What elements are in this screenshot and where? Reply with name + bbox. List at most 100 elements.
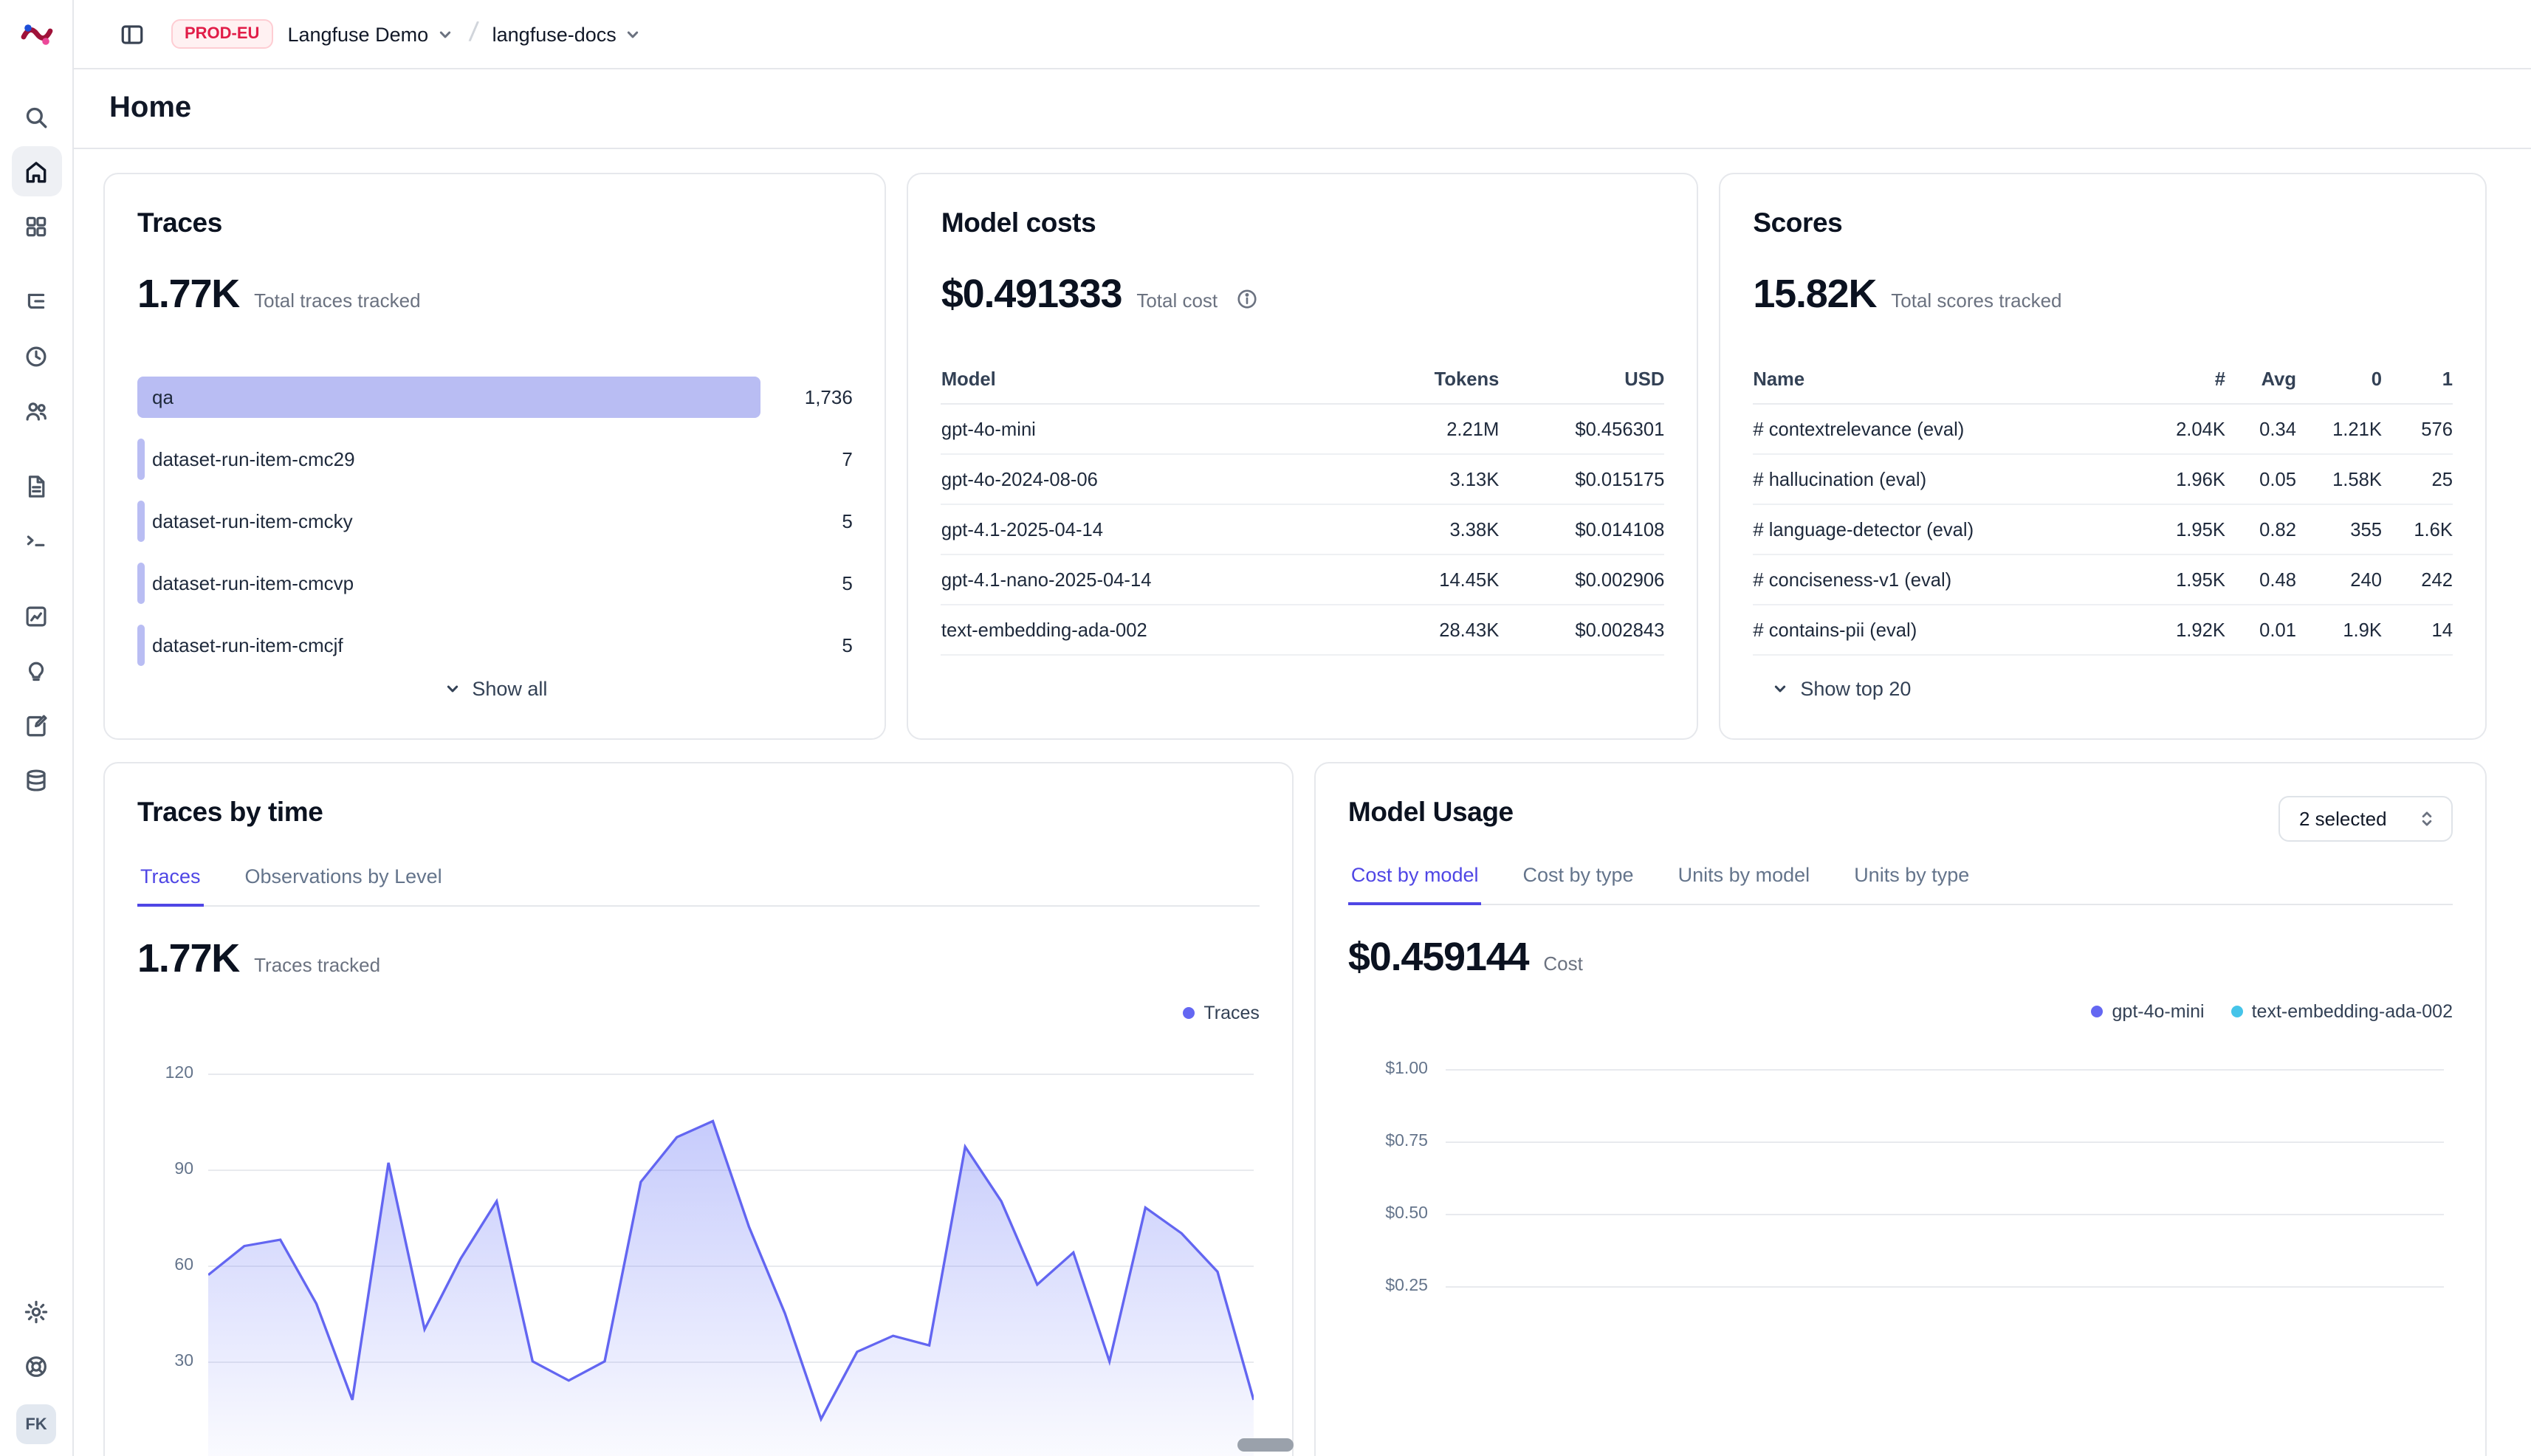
playground-terminal-icon[interactable] bbox=[11, 515, 61, 566]
table-header-row: Name # Avg 0 1 bbox=[1753, 356, 2453, 404]
table-row[interactable]: gpt-4o-2024-08-063.13K$0.015175 bbox=[941, 454, 1665, 504]
model-costs-table: Model Tokens USD gpt-4o-mini2.21M$0.4563… bbox=[941, 356, 1665, 656]
chevron-down-icon bbox=[436, 24, 455, 44]
table-row[interactable]: gpt-4.1-nano-2025-04-1414.45K$0.002906 bbox=[941, 554, 1665, 605]
table-row[interactable]: # contextrelevance (eval)2.04K0.341.21K5… bbox=[1753, 404, 2453, 454]
org-switcher[interactable]: Langfuse Demo bbox=[287, 23, 455, 45]
tab-cost-by-type[interactable]: Cost by type bbox=[1520, 851, 1637, 905]
settings-gear-icon[interactable] bbox=[11, 1286, 61, 1336]
chevrons-up-down-icon bbox=[2417, 809, 2436, 828]
chevron-down-icon bbox=[442, 679, 461, 698]
traces-by-time-metric-label: Traces tracked bbox=[254, 954, 380, 976]
project-switcher[interactable]: langfuse-docs bbox=[492, 23, 643, 45]
model-costs-metric-label: Total cost bbox=[1136, 289, 1218, 312]
traces-line-chart: 120 90 60 30 bbox=[137, 1041, 1260, 1456]
llm-judge-lightbulb-icon[interactable] bbox=[11, 645, 61, 696]
traces-metric-label: Total traces tracked bbox=[254, 289, 420, 312]
show-top-20-button[interactable]: Show top 20 bbox=[1753, 666, 1929, 712]
horizontal-scrollbar-thumb[interactable] bbox=[1237, 1438, 1294, 1452]
app-viewport: FK PROD-EU Langfuse Demo / langfuse-docs… bbox=[0, 0, 2531, 1456]
table-row[interactable]: # conciseness-v1 (eval)1.95K0.48240242 bbox=[1753, 554, 2453, 605]
trace-bar-row[interactable]: dataset-run-item-cmcvp 5 bbox=[137, 563, 853, 604]
model-select-dropdown[interactable]: 2 selected bbox=[2278, 796, 2453, 842]
legend-item-traces[interactable]: Traces bbox=[1183, 1003, 1260, 1023]
model-usage-chart: $1.00 $0.75 $0.50 $0.25 bbox=[1348, 1048, 2453, 1388]
table-header-row: Model Tokens USD bbox=[941, 356, 1665, 404]
trace-bar-row[interactable]: dataset-run-item-cmcky 5 bbox=[137, 501, 853, 542]
trace-bar-row[interactable]: qa 1,736 bbox=[137, 377, 853, 418]
trace-count: 5 bbox=[842, 634, 852, 656]
y-tick-label: 120 bbox=[137, 1065, 193, 1082]
search-icon[interactable] bbox=[11, 92, 61, 142]
top-header: PROD-EU Langfuse Demo / langfuse-docs bbox=[74, 0, 2531, 69]
chart-legend: gpt-4o-mini text-embedding-ada-002 bbox=[1348, 1001, 2453, 1022]
table-row[interactable]: gpt-4o-mini2.21M$0.456301 bbox=[941, 404, 1665, 454]
y-tick-label: $0.75 bbox=[1348, 1133, 1428, 1150]
trace-bar-row[interactable]: dataset-run-item-cmc29 7 bbox=[137, 439, 853, 480]
trace-name: qa bbox=[152, 386, 174, 408]
model-usage-title: Model Usage bbox=[1348, 796, 1514, 828]
sidebar-toggle-icon[interactable] bbox=[106, 9, 157, 59]
model-usage-tabs: Cost by model Cost by type Units by mode… bbox=[1348, 851, 2453, 905]
langfuse-logo-icon[interactable] bbox=[17, 15, 55, 53]
sessions-clock-icon[interactable] bbox=[11, 331, 61, 381]
table-row[interactable]: gpt-4.1-2025-04-143.38K$0.014108 bbox=[941, 504, 1665, 554]
chevron-down-icon bbox=[1771, 679, 1790, 698]
traces-card-title: Traces bbox=[137, 207, 853, 239]
trace-name: dataset-run-item-cmcjf bbox=[152, 634, 343, 656]
datasets-database-icon[interactable] bbox=[11, 755, 61, 805]
traces-by-time-title: Traces by time bbox=[137, 796, 1260, 828]
environment-badge: PROD-EU bbox=[171, 19, 272, 49]
legend-item-gpt-4o-mini[interactable]: gpt-4o-mini bbox=[2092, 1001, 2205, 1022]
tab-traces[interactable]: Traces bbox=[137, 852, 204, 907]
table-row[interactable]: # language-detector (eval)1.95K0.823551.… bbox=[1753, 504, 2453, 554]
home-icon[interactable] bbox=[11, 146, 61, 196]
annotation-queues-icon[interactable] bbox=[11, 700, 61, 750]
y-tick-label: $1.00 bbox=[1348, 1060, 1428, 1078]
model-costs-metric: $0.491333 bbox=[941, 272, 1122, 317]
tracing-list-tree-icon[interactable] bbox=[11, 276, 61, 326]
scores-table: Name # Avg 0 1 # contextrelevance (eval)… bbox=[1753, 356, 2453, 656]
prompts-file-icon[interactable] bbox=[11, 461, 61, 511]
y-tick-label: 60 bbox=[137, 1257, 193, 1274]
trace-count: 7 bbox=[842, 448, 852, 470]
dashboard-content: Traces 1.77K Total traces tracked qa 1,7… bbox=[74, 149, 2531, 1456]
trace-count: 5 bbox=[842, 510, 852, 532]
dashboards-grid-icon[interactable] bbox=[11, 201, 61, 251]
sidebar: FK bbox=[0, 0, 74, 1456]
show-all-button[interactable]: Show all bbox=[425, 666, 565, 712]
users-icon[interactable] bbox=[11, 385, 61, 436]
scores-card: Scores 15.82K Total scores tracked Name … bbox=[1719, 173, 2487, 740]
tab-observations-by-level[interactable]: Observations by Level bbox=[242, 852, 445, 907]
trace-name: dataset-run-item-cmc29 bbox=[152, 448, 355, 470]
table-row[interactable]: text-embedding-ada-00228.43K$0.002843 bbox=[941, 605, 1665, 655]
legend-dot-icon bbox=[1183, 1007, 1195, 1019]
page-title: Home bbox=[109, 92, 191, 126]
table-row[interactable]: # hallucination (eval)1.96K0.051.58K25 bbox=[1753, 454, 2453, 504]
project-name: langfuse-docs bbox=[492, 23, 617, 45]
trace-bar-row[interactable]: dataset-run-item-cmcjf 5 bbox=[137, 625, 853, 666]
tab-units-by-model[interactable]: Units by model bbox=[1675, 851, 1813, 905]
traces-by-time-card: Traces by time Traces Observations by Le… bbox=[103, 762, 1294, 1456]
legend-dot-icon bbox=[2231, 1006, 2243, 1017]
table-row[interactable]: # contains-pii (eval)1.92K0.011.9K14 bbox=[1753, 605, 2453, 655]
chart-legend: Traces bbox=[137, 1003, 1260, 1023]
evaluations-chart-icon[interactable] bbox=[11, 591, 61, 641]
scores-card-title: Scores bbox=[1753, 207, 2453, 239]
y-tick-label: $0.25 bbox=[1348, 1277, 1428, 1295]
y-tick-label: 30 bbox=[137, 1353, 193, 1370]
model-usage-metric: $0.459144 bbox=[1348, 935, 1528, 981]
user-avatar[interactable]: FK bbox=[16, 1404, 56, 1444]
support-lifebuoy-icon[interactable] bbox=[11, 1341, 61, 1391]
trace-count: 1,736 bbox=[805, 386, 853, 408]
tab-cost-by-model[interactable]: Cost by model bbox=[1348, 851, 1482, 905]
tab-units-by-type[interactable]: Units by type bbox=[1851, 851, 1972, 905]
traces-area-chart bbox=[208, 1041, 1254, 1456]
legend-item-text-embedding[interactable]: text-embedding-ada-002 bbox=[2231, 1001, 2453, 1022]
trace-name: dataset-run-item-cmcky bbox=[152, 510, 353, 532]
model-costs-card-title: Model costs bbox=[941, 207, 1665, 239]
breadcrumb-slash: / bbox=[467, 17, 480, 50]
info-icon[interactable] bbox=[1235, 288, 1257, 310]
traces-card: Traces 1.77K Total traces tracked qa 1,7… bbox=[103, 173, 887, 740]
page-header: Home bbox=[74, 69, 2531, 149]
